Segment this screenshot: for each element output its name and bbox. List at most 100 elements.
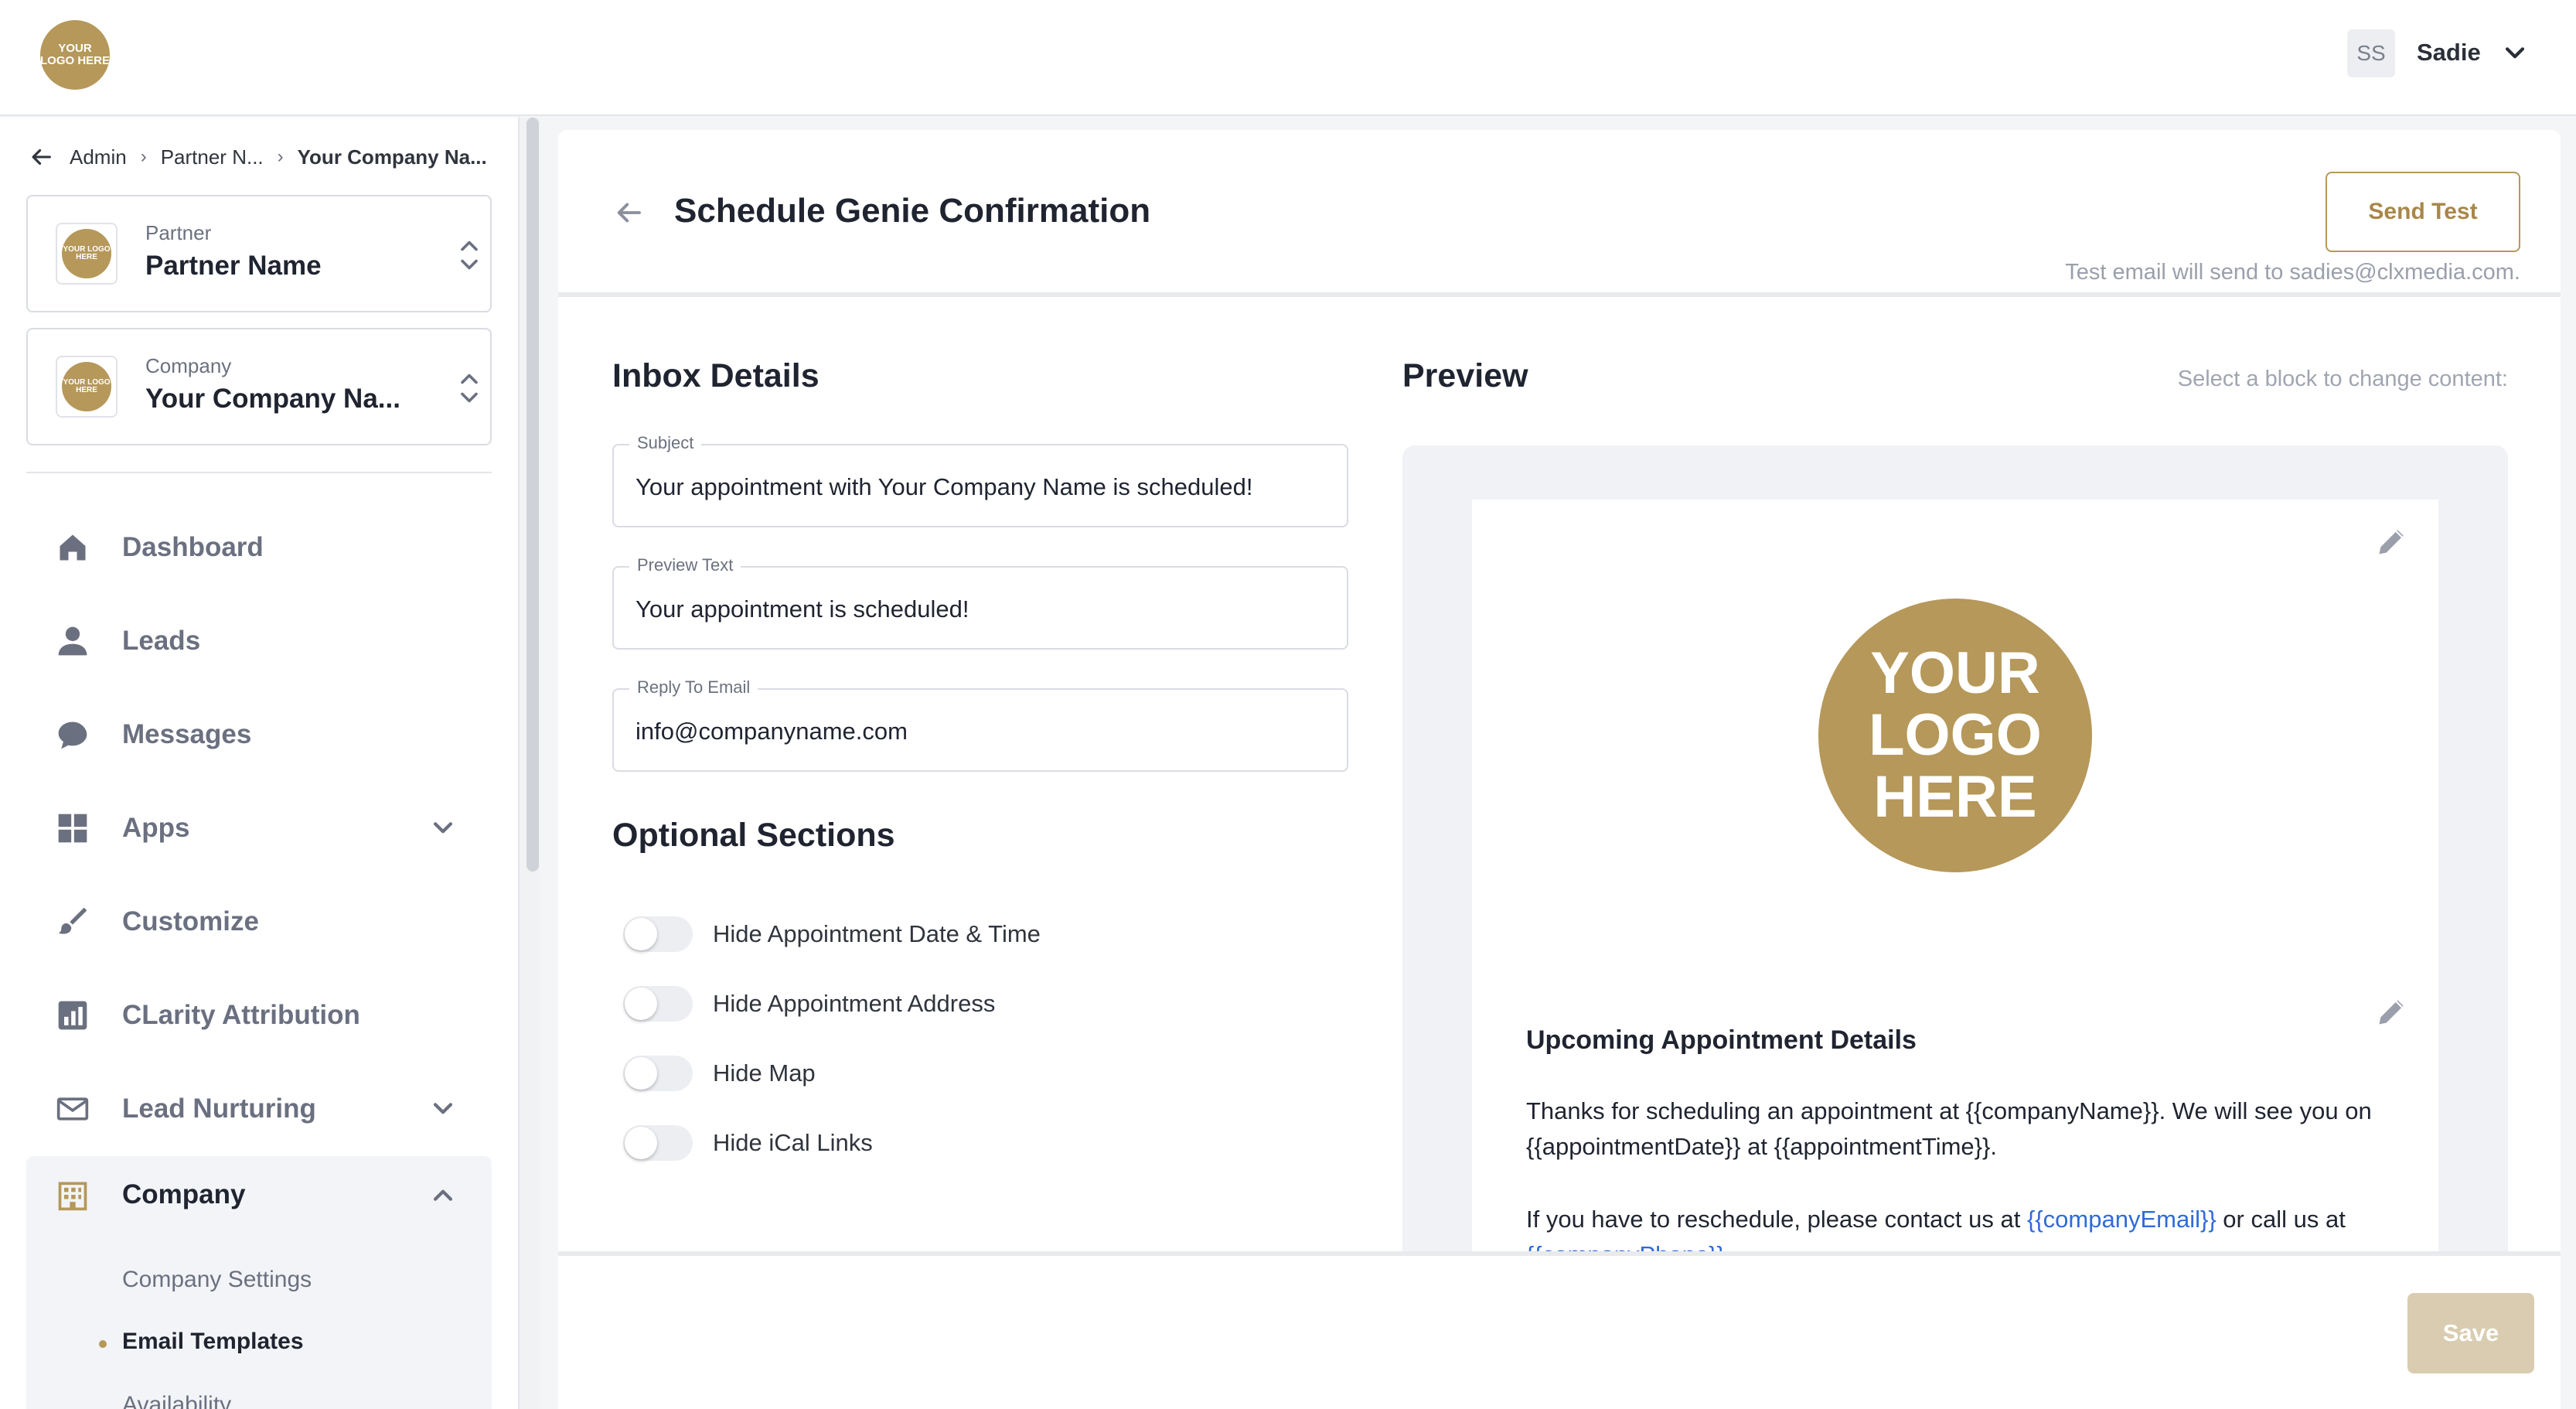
preview-text-label: Preview Text [629, 555, 741, 575]
toggle-row-hide-date-time: Hide Appointment Date & Time [623, 913, 1041, 955]
email-logo-block[interactable]: YOUR LOGO HERE [1818, 599, 2092, 872]
company-submenu [26, 1233, 492, 1409]
send-test-note: Test email will send to sadies@clxmedia.… [2065, 260, 2520, 285]
send-test-button[interactable]: Send Test [2326, 172, 2520, 252]
hide-address-toggle[interactable] [623, 986, 693, 1022]
footer-bar [558, 1256, 2561, 1409]
toggle-knob [625, 1057, 657, 1090]
nav-item-label: Company [122, 1179, 246, 1209]
subject-field: Subject [612, 433, 1348, 527]
toggle-label: Hide Map [713, 1059, 816, 1087]
brand-logo[interactable]: YOUR LOGO HERE [40, 20, 110, 90]
email-text: or call us at [2216, 1206, 2346, 1233]
brand-logo-text: YOUR LOGO HERE [40, 42, 111, 67]
nav-item-lead-nurturing[interactable]: Lead Nurturing [26, 1070, 492, 1148]
nav-item-label: Dashboard [122, 532, 264, 562]
reply-to-field: Reply To Email [612, 677, 1348, 772]
preview-text-input[interactable] [635, 592, 1324, 626]
partner-logo-text: YOUR LOGO HERE [63, 244, 111, 261]
home-icon [60, 534, 86, 561]
breadcrumb-admin[interactable]: Admin [70, 145, 127, 169]
toggle-knob [625, 988, 657, 1020]
reply-to-label: Reply To Email [629, 677, 758, 698]
email-heading[interactable]: Upcoming Appointment Details [1526, 1025, 1917, 1056]
subnav-availability[interactable]: Availability [122, 1392, 231, 1409]
breadcrumb-partner[interactable]: Partner N... [161, 145, 264, 169]
toggle-label: Hide Appointment Address [713, 990, 996, 1017]
preview-text-field: Preview Text [612, 555, 1348, 650]
optional-sections-heading: Optional Sections [612, 817, 895, 854]
back-arrow-icon[interactable] [612, 196, 645, 229]
subject-input[interactable] [635, 470, 1324, 504]
partner-selector-value: Partner Name [145, 251, 322, 281]
nav-item-clarity-attribution[interactable]: CLarity Attribution [26, 977, 492, 1054]
breadcrumb-separator-icon: › [140, 146, 147, 167]
nav-item-company[interactable]: Company [26, 1156, 492, 1233]
sidebar-divider [26, 472, 492, 473]
top-bar: YOUR LOGO HERE SS Sadie [0, 0, 2576, 116]
user-name[interactable]: Sadie [2417, 39, 2481, 67]
email-paragraph[interactable]: Thanks for scheduling an appointment at … [1526, 1093, 2407, 1165]
company-selector-label: Company [145, 354, 232, 377]
chevron-down-icon[interactable] [2502, 40, 2528, 67]
reply-to-input[interactable] [635, 715, 1324, 749]
company-selector[interactable]: YOUR LOGO HERE Company Your Company Na..… [26, 328, 492, 445]
updown-chevron-icon [461, 374, 478, 403]
header-divider [558, 292, 2561, 297]
nav-item-customize[interactable]: Customize [26, 883, 492, 960]
main-panel: Schedule Genie Confirmation Send Test Te… [558, 130, 2561, 1409]
chevron-down-icon [433, 1103, 453, 1114]
nav-item-dashboard[interactable]: Dashboard [26, 509, 492, 586]
nav-item-label: Leads [122, 626, 201, 656]
breadcrumb: Admin › Partner N... › Your Company Na..… [28, 144, 487, 170]
nav-item-messages[interactable]: Messages [26, 696, 492, 773]
hide-date-time-toggle[interactable] [623, 916, 693, 952]
toggle-row-hide-map: Hide Map [623, 1052, 816, 1094]
sidebar-scrollbar-thumb[interactable] [526, 118, 539, 872]
company-selector-value: Your Company Na... [145, 384, 400, 414]
user-avatar[interactable]: SS [2347, 29, 2395, 77]
active-dot-icon [99, 1340, 107, 1348]
subnav-email-templates[interactable]: Email Templates [122, 1329, 304, 1355]
bar-chart-icon [58, 1001, 87, 1030]
company-email-link[interactable]: {{companyEmail}} [2027, 1206, 2217, 1233]
toggle-knob [625, 1127, 657, 1159]
nav-item-label: Customize [122, 906, 259, 936]
email-logo-text: YOUR LOGO HERE [1869, 640, 2042, 830]
save-button[interactable]: Save [2407, 1293, 2534, 1373]
breadcrumb-separator-icon: › [277, 146, 284, 167]
chevron-down-icon [433, 822, 453, 834]
email-text: If you have to reschedule, please contac… [1526, 1206, 2027, 1233]
preview-heading: Preview [1402, 357, 1528, 394]
toggle-knob [625, 918, 657, 950]
building-icon [58, 1182, 87, 1211]
toggle-label: Hide iCal Links [713, 1129, 873, 1156]
page-title: Schedule Genie Confirmation [674, 192, 1151, 230]
partner-selector-label: Partner [145, 221, 212, 244]
inbox-details-heading: Inbox Details [612, 357, 819, 394]
nav-item-leads[interactable]: Leads [26, 602, 492, 680]
edit-pencil-icon[interactable] [2375, 524, 2409, 558]
nav-item-label: Lead Nurturing [122, 1093, 316, 1124]
subnav-company-settings[interactable]: Company Settings [122, 1267, 312, 1293]
toggle-label: Hide Appointment Date & Time [713, 920, 1041, 947]
partner-logo-thumb: YOUR LOGO HERE [56, 223, 118, 285]
nav-item-label: Messages [122, 719, 252, 749]
edit-pencil-icon[interactable] [2375, 994, 2409, 1029]
company-logo-thumb: YOUR LOGO HERE [56, 356, 118, 418]
chat-bubble-icon [58, 722, 87, 749]
subject-label: Subject [629, 433, 702, 453]
toggle-row-hide-ical: Hide iCal Links [623, 1122, 873, 1164]
nav-item-apps[interactable]: Apps [26, 790, 492, 867]
hide-map-toggle[interactable] [623, 1056, 693, 1091]
updown-chevron-icon [461, 241, 478, 270]
preview-hint: Select a block to change content: [2177, 367, 2508, 391]
person-icon [58, 626, 87, 656]
company-logo-text: YOUR LOGO HERE [63, 377, 111, 394]
paintbrush-icon [58, 907, 87, 934]
nav-item-label: CLarity Attribution [122, 1000, 360, 1030]
nav-item-label: Apps [122, 813, 190, 843]
hide-ical-toggle[interactable] [623, 1125, 693, 1161]
partner-selector[interactable]: YOUR LOGO HERE Partner Partner Name [26, 195, 492, 312]
back-arrow-icon[interactable] [28, 144, 54, 170]
